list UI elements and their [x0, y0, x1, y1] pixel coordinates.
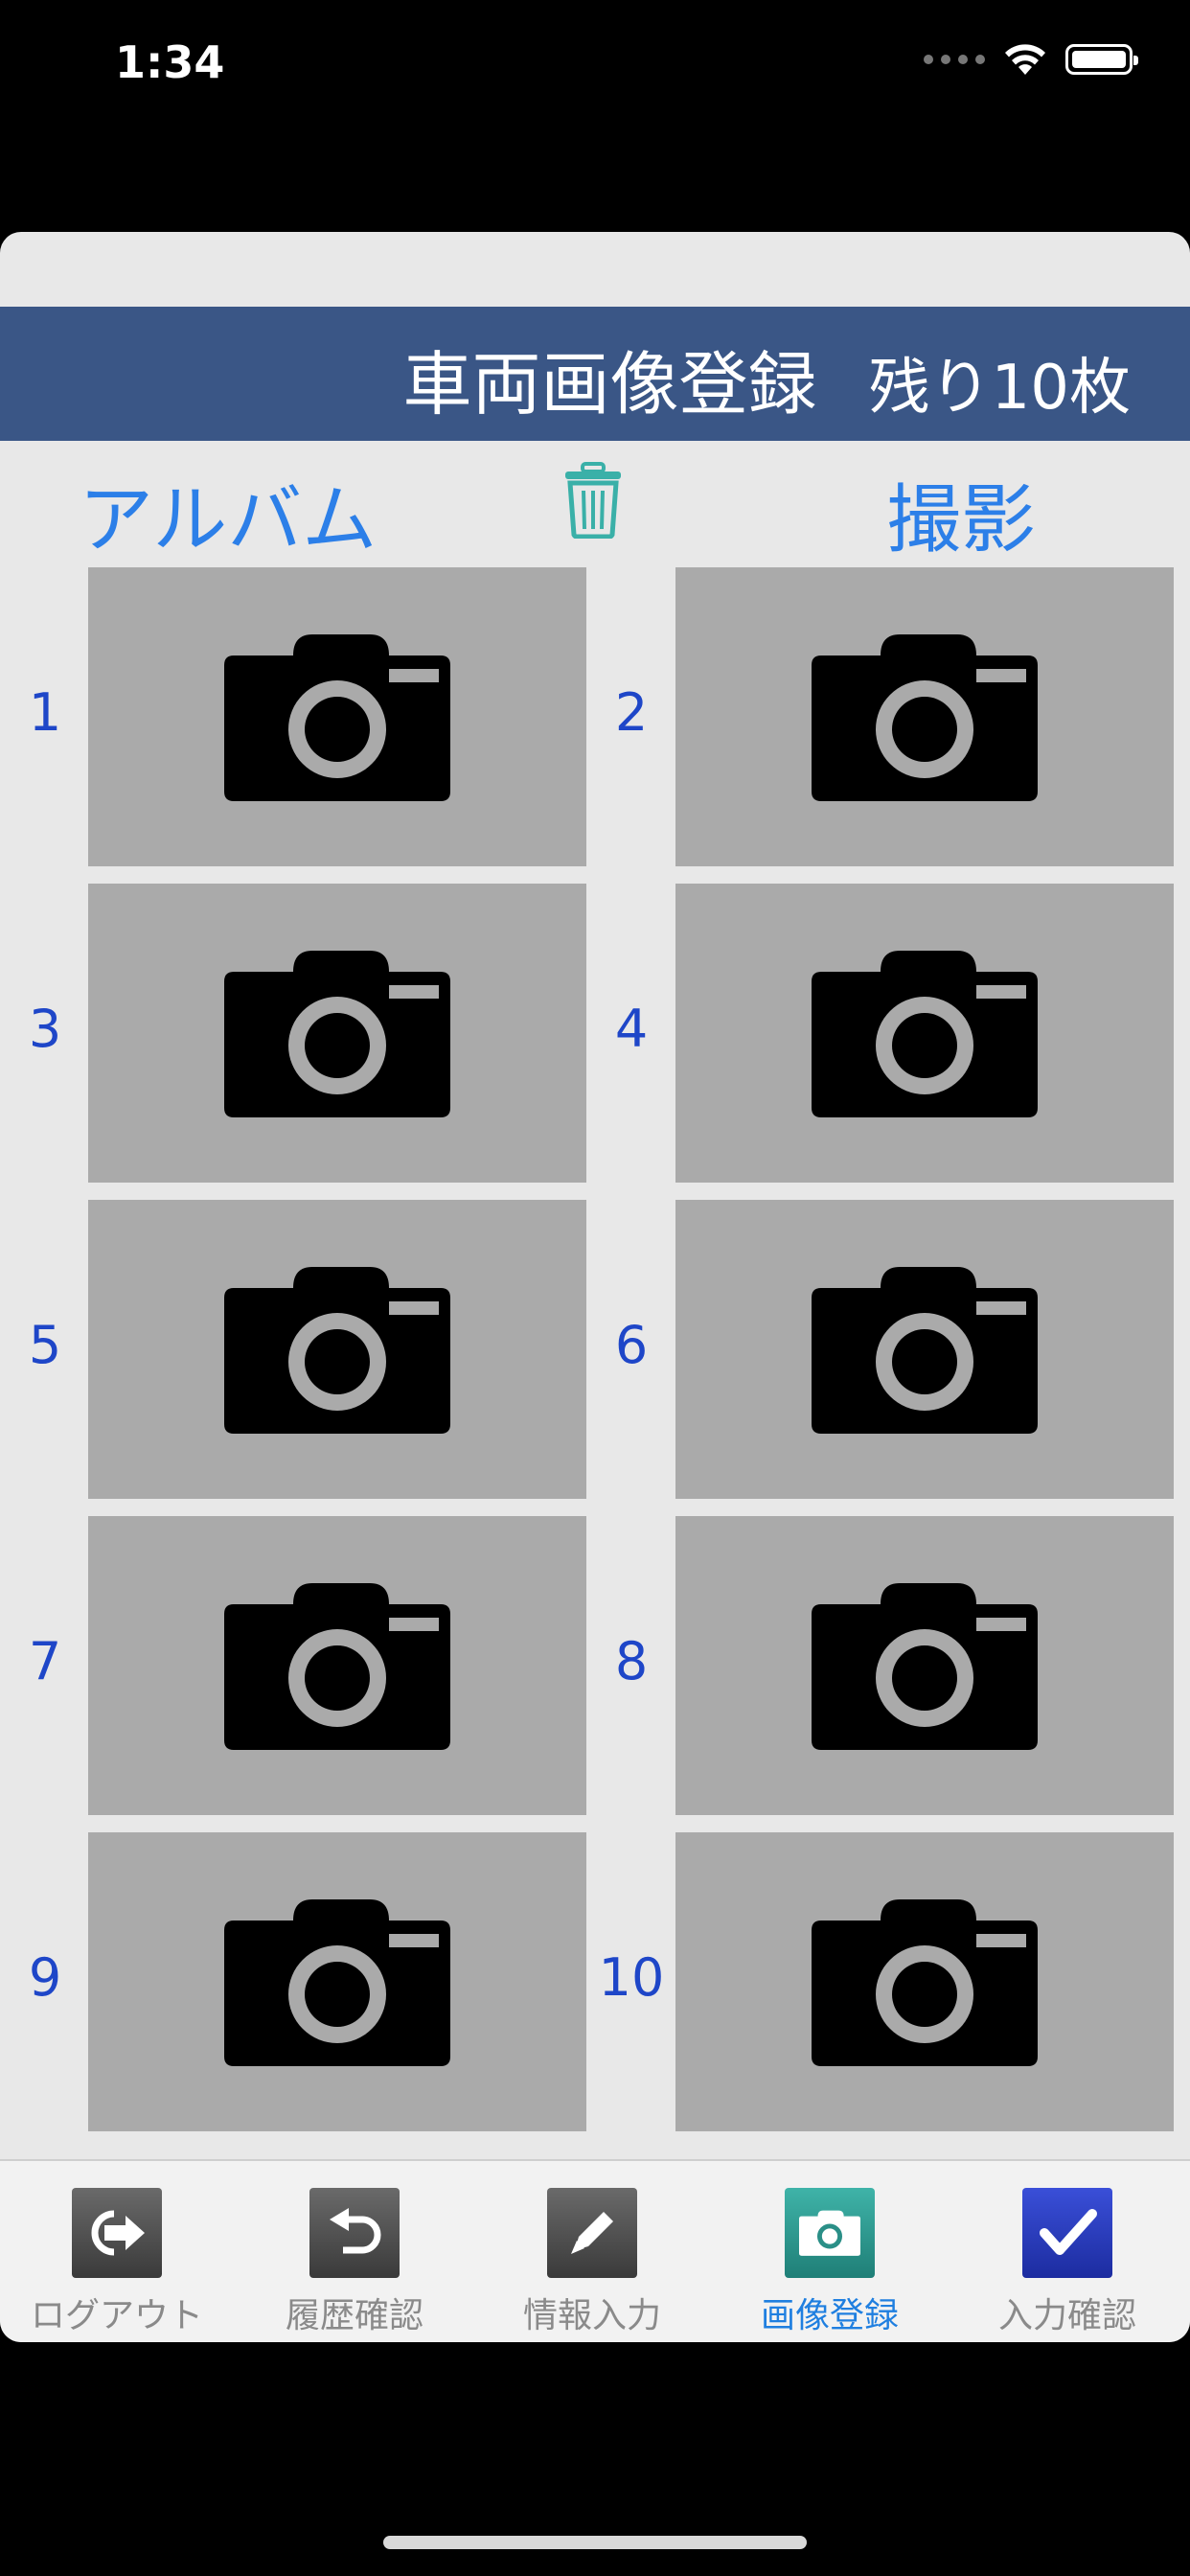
- home-indicator[interactable]: [383, 2536, 807, 2549]
- image-slot[interactable]: [88, 1200, 586, 1499]
- camera-icon: [224, 634, 450, 801]
- status-bar: 1:34: [0, 0, 1190, 134]
- image-slot[interactable]: [675, 1832, 1174, 2131]
- slot-number: 10: [598, 1947, 665, 2008]
- pencil-icon: [547, 2188, 637, 2278]
- image-slot[interactable]: [88, 1516, 586, 1815]
- camera-icon: [812, 1899, 1038, 2066]
- camera-icon: [812, 634, 1038, 801]
- slot-number: 4: [614, 999, 649, 1059]
- image-slot[interactable]: [675, 567, 1174, 866]
- undo-icon: [309, 2188, 400, 2278]
- image-slot[interactable]: [88, 884, 586, 1183]
- signal-icon: [924, 55, 985, 64]
- remaining-count: 残り10枚: [868, 353, 1131, 424]
- header-bar: 車両画像登録 残り10枚: [0, 307, 1190, 441]
- page-title: 車両画像登録: [402, 344, 817, 425]
- status-time: 1:34: [115, 36, 225, 88]
- camera-icon: [785, 2188, 875, 2278]
- tab-image-register[interactable]: 画像登録: [734, 2188, 926, 2337]
- battery-icon: [1065, 44, 1138, 75]
- image-slot[interactable]: [675, 1516, 1174, 1815]
- image-registration-sheet: 車両画像登録 残り10枚 アルバム 撮影 1 2 3 4 5 6 7 8 9 1…: [0, 232, 1190, 2342]
- delete-button[interactable]: [561, 462, 625, 540]
- slot-number: 9: [28, 1947, 62, 2008]
- tab-label: 履歴確認: [285, 2296, 423, 2335]
- tab-label: 情報入力: [522, 2296, 661, 2335]
- tab-label: 入力確認: [997, 2296, 1136, 2335]
- tab-logout[interactable]: ログアウト: [21, 2188, 213, 2337]
- slot-number: 1: [28, 682, 62, 743]
- camera-icon: [812, 1583, 1038, 1750]
- album-button[interactable]: アルバム: [79, 460, 377, 567]
- slot-number: 8: [614, 1631, 649, 1691]
- image-slot[interactable]: [675, 884, 1174, 1183]
- camera-icon: [224, 1899, 450, 2066]
- camera-icon: [224, 1267, 450, 1434]
- tab-label: ログアウト: [30, 2296, 203, 2335]
- image-slot[interactable]: [675, 1200, 1174, 1499]
- slot-number: 2: [614, 682, 649, 743]
- tab-label: 画像登録: [760, 2296, 899, 2335]
- trash-icon: [565, 462, 621, 540]
- slot-number: 5: [28, 1315, 62, 1375]
- tab-bar: ログアウト 履歴確認 情報入力 画像登録 入力確認: [0, 2159, 1190, 2342]
- status-icons: [924, 42, 1138, 77]
- shoot-button[interactable]: 撮影: [886, 460, 1036, 567]
- logout-icon: [72, 2188, 162, 2278]
- image-slot[interactable]: [88, 1832, 586, 2131]
- camera-icon: [224, 951, 450, 1117]
- tab-info-input[interactable]: 情報入力: [496, 2188, 688, 2337]
- slot-number: 6: [614, 1315, 649, 1375]
- camera-icon: [812, 951, 1038, 1117]
- tab-input-confirm[interactable]: 入力確認: [972, 2188, 1163, 2337]
- camera-icon: [224, 1583, 450, 1750]
- tab-history[interactable]: 履歴確認: [259, 2188, 450, 2337]
- slot-number: 7: [28, 1631, 62, 1691]
- camera-icon: [812, 1267, 1038, 1434]
- wifi-icon: [1005, 44, 1045, 75]
- slot-number: 3: [28, 999, 62, 1059]
- image-slot[interactable]: [88, 567, 586, 866]
- checkmark-icon: [1022, 2188, 1112, 2278]
